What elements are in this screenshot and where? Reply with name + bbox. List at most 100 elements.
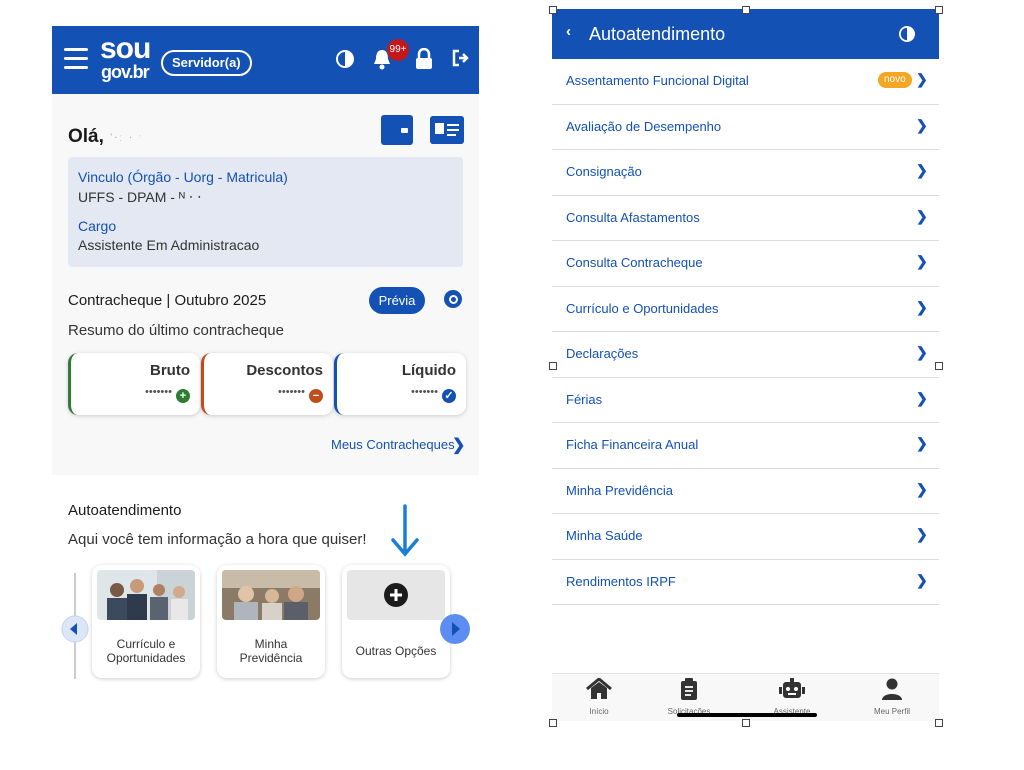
- descontos-value: •••••••: [278, 386, 305, 398]
- minus-icon: −: [309, 389, 323, 403]
- menu-item-label: Avaliação de Desempenho: [566, 118, 722, 134]
- menu-item-curriculo[interactable]: Currículo e Oportunidades ❯: [552, 287, 939, 332]
- chevron-right-icon: ❯: [916, 480, 928, 497]
- liquido-label: Líquido: [401, 362, 456, 379]
- menu-item-label: Consignação: [566, 164, 642, 179]
- tab-inicio[interactable]: Início: [564, 677, 634, 716]
- chevron-right-icon: ❯: [916, 571, 928, 588]
- home-indicator: [677, 713, 817, 717]
- role-badge[interactable]: Servidor(a): [161, 50, 252, 76]
- menu-item-label: Minha Saúde: [566, 528, 643, 543]
- menu-item-label: Férias: [566, 391, 603, 407]
- menu-item-irpf[interactable]: Rendimentos IRPF ❯: [552, 560, 939, 605]
- resize-handle[interactable]: [742, 719, 750, 727]
- menu-item-saude[interactable]: Minha Saúde ❯: [552, 514, 939, 560]
- menu-item-label: Declarações: [566, 346, 639, 361]
- menu-item-ficha-financeira[interactable]: Ficha Financeira Anual ❯: [552, 423, 939, 469]
- menu-item-label: Consulta Afastamentos: [566, 209, 700, 225]
- autoatendimento-section: Autoatendimento Aqui você tem informação…: [52, 475, 479, 693]
- logo-sou: sou: [100, 32, 151, 65]
- autoatendimento-subtitle: Aqui você tem informação a hora que quis…: [68, 531, 367, 548]
- page-title: Autoatendimento: [589, 24, 726, 44]
- business-people-photo: [97, 570, 195, 620]
- bruto-label: Bruto: [150, 362, 190, 379]
- chevron-right-icon: ❯: [916, 162, 928, 178]
- option-caption-line1: Currículo e: [116, 637, 176, 651]
- option-caption-line1: Minha: [254, 637, 288, 651]
- menu-item-contracheque[interactable]: Consulta Contracheque ❯: [552, 241, 939, 287]
- carousel-next-button[interactable]: [440, 614, 470, 644]
- resize-handle[interactable]: [935, 6, 943, 14]
- tab-assistente[interactable]: Assistente: [757, 678, 827, 716]
- option-caption-line1: Outras Opções: [355, 644, 437, 658]
- bruto-card[interactable]: Bruto ••••••• +: [68, 353, 200, 415]
- resize-handle[interactable]: [935, 362, 943, 370]
- contracheque-title: Contracheque | Outubro 2025: [68, 292, 267, 309]
- autoatendimento-menu: Assentamento Funcional Digital novo ❯ Av…: [552, 59, 939, 605]
- contrast-icon[interactable]: [336, 50, 354, 68]
- chevron-right-icon: ❯: [916, 344, 928, 360]
- menu-item-ferias[interactable]: Férias ❯: [552, 378, 939, 423]
- lock-icon[interactable]: [415, 48, 433, 70]
- liquido-value: •••••••: [411, 386, 438, 398]
- option-caption-line2: Previdência: [239, 651, 303, 665]
- chevron-right-icon: ❯: [916, 298, 928, 315]
- tab-solicitacoes[interactable]: Solicitações: [654, 678, 724, 716]
- vinculo-value: UFFS - DPAM - ᴺ ‧ ‧: [78, 189, 202, 205]
- option-caption-line2: Oportunidades: [106, 651, 186, 665]
- menu-item-label: Rendimentos IRPF: [566, 573, 676, 589]
- menu-icon[interactable]: [64, 48, 88, 70]
- previa-button[interactable]: Prévia: [369, 287, 425, 314]
- meus-contracheques-link[interactable]: Meus Contracheques: [331, 437, 455, 452]
- tab-label: Início: [589, 707, 609, 716]
- menu-item-assentamento[interactable]: Assentamento Funcional Digital novo ❯: [552, 59, 939, 105]
- menu-item-consignacao[interactable]: Consignação ❯: [552, 150, 939, 196]
- option-card-previdencia[interactable]: Minha Previdência: [217, 565, 325, 678]
- autoatendimento-title: Autoatendimento: [68, 502, 182, 519]
- menu-item-previdencia[interactable]: Minha Previdência ❯: [552, 469, 939, 514]
- menu-item-declaracoes[interactable]: Declarações ❯: [552, 332, 939, 378]
- bruto-value: •••••••: [145, 386, 172, 398]
- option-card-curriculo[interactable]: Currículo e Oportunidades: [92, 565, 200, 678]
- carousel-prev-button[interactable]: [61, 615, 89, 643]
- option-card-outras-opcoes[interactable]: Outras Opções: [342, 565, 450, 678]
- id-card-icon[interactable]: [430, 116, 464, 144]
- descontos-card[interactable]: Descontos ••••••• −: [201, 353, 333, 415]
- chevron-right-icon[interactable]: ❯: [452, 435, 465, 455]
- liquido-card[interactable]: Líquido ••••••• ✓: [334, 353, 466, 415]
- resize-handle[interactable]: [549, 362, 557, 370]
- clipboard-icon: [681, 678, 697, 700]
- wallet-icon[interactable]: [381, 115, 413, 145]
- greeting-name-masked: ʼ‧ː ‧ ˑ: [110, 133, 144, 144]
- right-phone-screen: ‹ Autoatendimento Assentamento Funcional…: [552, 9, 939, 721]
- descontos-label: Descontos: [246, 362, 323, 379]
- app-header: sou gov.br Servidor(a) 99+: [52, 26, 479, 94]
- resize-handle[interactable]: [549, 719, 557, 727]
- arrow-down-icon: [391, 504, 419, 557]
- family-photo: [222, 570, 320, 620]
- home-icon: [586, 677, 612, 699]
- robot-icon: [779, 678, 805, 698]
- vinculo-info-panel: Vinculo (Órgão - Uorg - Matricula) UFFS …: [68, 157, 463, 267]
- back-icon[interactable]: ‹: [566, 23, 571, 40]
- user-icon: [882, 678, 902, 700]
- autoatendimento-header: ‹ Autoatendimento: [552, 9, 939, 59]
- menu-item-avaliacao[interactable]: Avaliação de Desempenho ❯: [552, 105, 939, 150]
- menu-item-label: Assentamento Funcional Digital: [566, 73, 749, 88]
- logout-icon[interactable]: [451, 48, 471, 68]
- logo-govbr: gov.br: [101, 62, 150, 82]
- novo-badge: novo: [878, 72, 912, 88]
- resize-handle[interactable]: [935, 719, 943, 727]
- notification-count-badge: 99+: [387, 39, 409, 61]
- menu-item-label: Currículo e Oportunidades: [566, 300, 719, 316]
- chevron-right-icon: ❯: [916, 71, 928, 87]
- chevron-right-icon: ❯: [916, 435, 928, 451]
- resize-handle[interactable]: [742, 6, 750, 14]
- tab-meu-perfil[interactable]: Meu Perfil: [857, 678, 927, 716]
- vinculo-label: Vinculo (Órgão - Uorg - Matricula): [78, 169, 288, 185]
- greeting-text: Olá,: [68, 126, 104, 147]
- contrast-icon[interactable]: [899, 26, 915, 42]
- menu-item-afastamentos[interactable]: Consulta Afastamentos ❯: [552, 196, 939, 241]
- resize-handle[interactable]: [549, 6, 557, 14]
- eye-icon[interactable]: [444, 290, 462, 308]
